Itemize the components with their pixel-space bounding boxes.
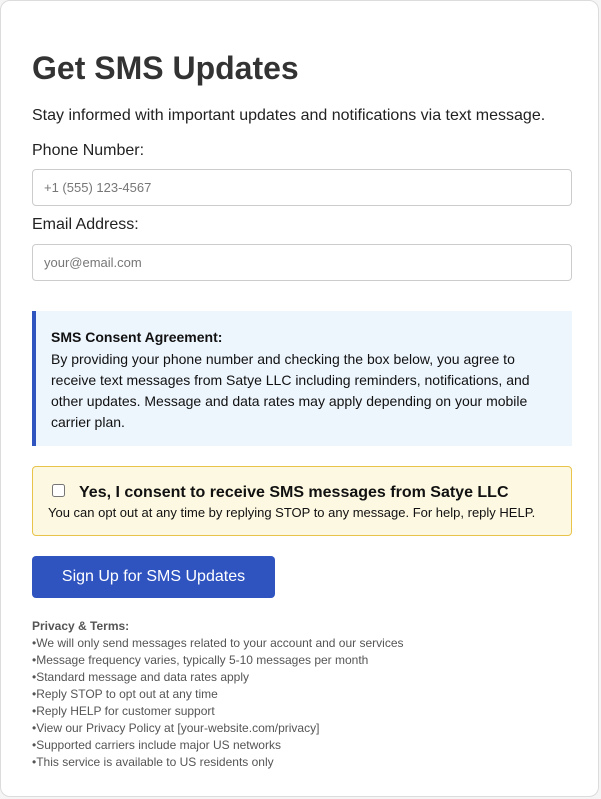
consent-checkbox[interactable] xyxy=(52,484,65,497)
privacy-terms-title: Privacy & Terms: xyxy=(32,619,130,633)
email-label: Email Address: xyxy=(32,216,139,233)
phone-label: Phone Number: xyxy=(32,142,145,159)
consent-checkbox-label[interactable]: Yes, I consent to receive SMS messages f… xyxy=(79,483,509,503)
opt-out-note: You can opt out at any time by replying … xyxy=(48,505,536,520)
page-subtitle: Stay informed with important updates and… xyxy=(32,107,546,124)
consent-agreement-text: By providing your phone number and check… xyxy=(51,351,530,430)
sign-up-button[interactable]: Sign Up for SMS Updates xyxy=(32,556,275,598)
page-title: Get SMS Updates xyxy=(32,50,299,86)
privacy-term-item: View our Privacy Policy at [your-website… xyxy=(32,720,404,737)
privacy-terms: Privacy & Terms: We will only send messa… xyxy=(32,618,404,771)
privacy-term-item: This service is available to US resident… xyxy=(32,754,404,771)
email-address-input[interactable] xyxy=(32,244,572,281)
privacy-term-item: Standard message and data rates apply xyxy=(32,669,404,686)
privacy-terms-list: We will only send messages related to yo… xyxy=(32,635,404,771)
privacy-term-item: Message frequency varies, typically 5-10… xyxy=(32,652,404,669)
privacy-term-item: We will only send messages related to yo… xyxy=(32,635,403,652)
consent-checkbox-box: Yes, I consent to receive SMS messages f… xyxy=(32,466,572,536)
consent-agreement-title: SMS Consent Agreement: xyxy=(51,329,223,345)
privacy-term-item: Reply STOP to opt out at any time xyxy=(32,686,404,703)
phone-number-input[interactable] xyxy=(32,169,572,206)
sms-consent-agreement: SMS Consent Agreement: By providing your… xyxy=(32,311,572,446)
sms-signup-card: Get SMS Updates Stay informed with impor… xyxy=(0,0,599,797)
privacy-term-item: Supported carriers include major US netw… xyxy=(32,737,404,754)
privacy-term-item: Reply HELP for customer support xyxy=(32,703,404,720)
